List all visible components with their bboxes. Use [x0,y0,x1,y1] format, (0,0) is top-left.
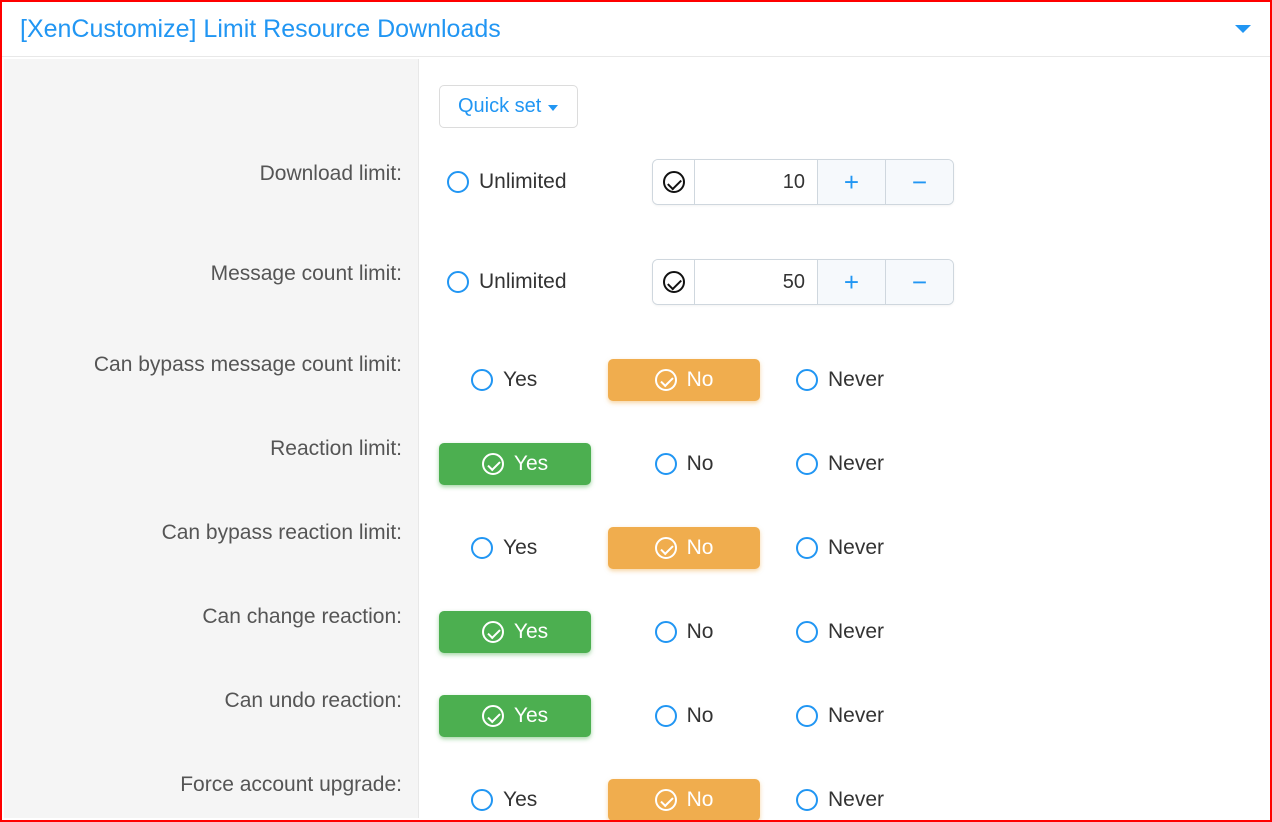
radio-unselected-icon [796,621,818,643]
label-change-reaction: Can change reaction: [202,605,402,629]
undo-reaction-never[interactable]: Never [782,695,898,737]
check-icon [482,453,504,475]
row-change-reaction: Yes No Never [439,590,1268,674]
undo-reaction-no[interactable]: No [641,695,728,737]
message-count-decrement[interactable]: − [885,260,953,304]
radio-unselected-icon [447,171,469,193]
unlimited-label: Unlimited [479,270,567,294]
download-limit-unlimited-radio[interactable]: Unlimited [447,170,612,194]
reaction-limit-yes[interactable]: Yes [439,443,591,485]
bypass-reaction-no[interactable]: No [608,527,760,569]
radio-unselected-icon [796,705,818,727]
message-count-increment[interactable]: + [817,260,885,304]
undo-reaction-yes[interactable]: Yes [439,695,591,737]
bypass-reaction-never[interactable]: Never [782,527,898,569]
radio-unselected-icon [796,369,818,391]
message-count-value-radio[interactable] [653,260,695,304]
label-bypass-reaction: Can bypass reaction limit: [162,521,402,545]
change-reaction-no[interactable]: No [641,611,728,653]
label-message-count-limit: Message count limit: [211,262,402,286]
radio-unselected-icon [471,789,493,811]
message-count-unlimited-radio[interactable]: Unlimited [447,270,612,294]
row-download-limit: Unlimited + − [439,132,1268,232]
label-column: Download limit: Message count limit: Can… [4,59,419,818]
radio-unselected-icon [471,369,493,391]
download-limit-input[interactable] [695,160,817,204]
radio-unselected-icon [796,789,818,811]
reaction-limit-never[interactable]: Never [782,443,898,485]
check-icon [655,537,677,559]
quick-set-label: Quick set [458,95,541,118]
check-icon [482,705,504,727]
force-upgrade-no[interactable]: No [608,779,760,821]
label-undo-reaction: Can undo reaction: [225,689,402,713]
row-reaction-limit: Yes No Never [439,422,1268,506]
download-limit-value-radio[interactable] [653,160,695,204]
bypass-msg-no[interactable]: No [608,359,760,401]
check-icon [482,621,504,643]
label-bypass-message-count: Can bypass message count limit: [94,353,402,377]
download-limit-increment[interactable]: + [817,160,885,204]
row-undo-reaction: Yes No Never [439,674,1268,758]
label-reaction-limit: Reaction limit: [270,437,402,461]
caret-down-icon [547,95,559,118]
change-reaction-yes[interactable]: Yes [439,611,591,653]
bypass-reaction-yes[interactable]: Yes [439,527,551,569]
bypass-msg-yes[interactable]: Yes [439,359,551,401]
download-limit-decrement[interactable]: − [885,160,953,204]
radio-selected-icon [663,271,685,293]
label-download-limit: Download limit: [260,162,402,186]
radio-unselected-icon [655,705,677,727]
radio-selected-icon [663,171,685,193]
label-force-upgrade: Force account upgrade: [180,773,402,797]
quick-set-button[interactable]: Quick set [439,85,578,128]
radio-unselected-icon [655,453,677,475]
message-count-number: + − [652,259,954,305]
change-reaction-never[interactable]: Never [782,611,898,653]
row-force-upgrade: Yes No Never [439,758,1268,822]
download-limit-number: + − [652,159,954,205]
radio-unselected-icon [471,537,493,559]
message-count-input[interactable] [695,260,817,304]
force-upgrade-yes[interactable]: Yes [439,779,551,821]
panel-frame: [XenCustomize] Limit Resource Downloads … [0,0,1272,822]
row-bypass-reaction: Yes No Never [439,506,1268,590]
radio-unselected-icon [447,271,469,293]
force-upgrade-never[interactable]: Never [782,779,898,821]
controls-column: Quick set Unlimited + − [439,59,1268,822]
bypass-msg-never[interactable]: Never [782,359,898,401]
panel-header: [XenCustomize] Limit Resource Downloads [2,2,1270,57]
check-icon [655,789,677,811]
collapse-toggle-icon[interactable] [1234,18,1252,41]
radio-unselected-icon [796,453,818,475]
radio-unselected-icon [796,537,818,559]
check-icon [655,369,677,391]
row-message-count-limit: Unlimited + − [439,232,1268,332]
unlimited-label: Unlimited [479,170,567,194]
panel-title: [XenCustomize] Limit Resource Downloads [20,15,501,44]
reaction-limit-no[interactable]: No [641,443,728,485]
row-bypass-message-count: Yes No Never [439,338,1268,422]
radio-unselected-icon [655,621,677,643]
